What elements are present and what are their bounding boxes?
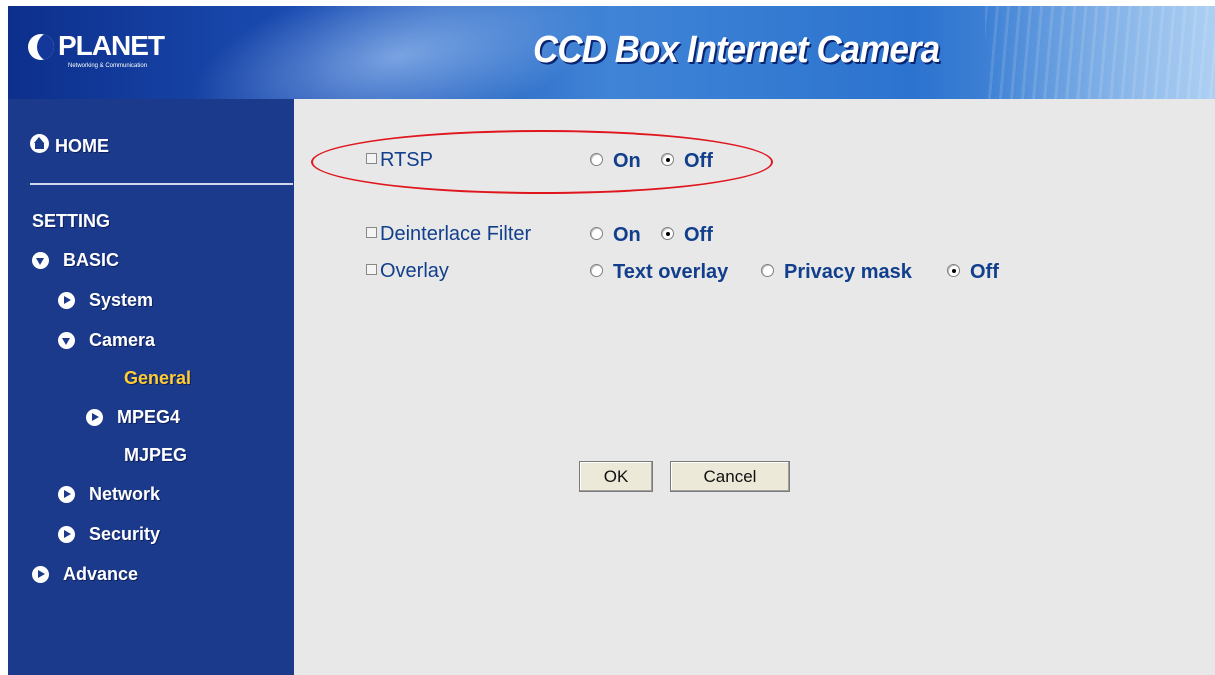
sidebar-item-label: System [89,289,154,310]
radio-button[interactable] [947,264,960,278]
sidebar-item-label: Security [89,523,161,544]
sidebar-item-label: MJPEG [124,444,188,465]
overlay-text-option[interactable]: Text overlay [590,261,728,284]
sidebar-item-general[interactable]: General [124,367,191,389]
option-label: Privacy mask [784,261,912,283]
overlay-label: Overlay [366,260,449,283]
sidebar-item-advance[interactable]: Advance [32,563,138,585]
radio-button[interactable] [661,153,674,167]
radio-button[interactable] [590,153,603,167]
banner-building-graphic [985,6,1215,99]
sidebar-divider [30,183,293,185]
section-label: SETTING [32,210,111,231]
option-label: Off [684,150,713,172]
deinterlace-on-option[interactable]: On [590,224,641,247]
ok-button[interactable]: OK [579,461,653,492]
planet-logo-icon [28,34,54,60]
option-label: Off [970,261,999,283]
planet-logo[interactable]: PLANET Networking & Communication [28,30,198,74]
chevron-right-icon [58,291,75,309]
square-bullet-icon [366,153,377,165]
overlay-privacy-option[interactable]: Privacy mask [761,261,912,284]
sidebar-item-label: Network [89,483,161,504]
option-label: Off [684,224,713,246]
sidebar: HOME SETTING BASIC System Camera General… [8,99,294,675]
sidebar-item-mpeg4[interactable]: MPEG4 [86,406,180,428]
overlay-label-text: Overlay [380,260,449,282]
chevron-right-icon [86,408,103,426]
rtsp-label-text: RTSP [380,149,433,171]
sidebar-item-system[interactable]: System [58,289,153,311]
sidebar-item-home[interactable]: HOME [30,133,109,157]
sidebar-item-camera[interactable]: Camera [58,329,155,351]
sidebar-item-label: HOME [55,135,109,156]
square-bullet-icon [366,227,377,239]
sidebar-item-mjpeg[interactable]: MJPEG [124,444,187,466]
home-icon [30,133,49,153]
main-content: RTSP On Off Deinterlace Filter On Off Ov… [294,99,1215,675]
chevron-right-icon [32,565,49,583]
logo-subtitle: Networking & Communication [68,63,148,69]
radio-button[interactable] [590,227,603,241]
option-label: Text overlay [613,261,729,283]
chevron-right-icon [58,525,75,543]
app-title: CCD Box Internet Camera [533,29,940,71]
sidebar-item-label: General [124,367,192,388]
sidebar-item-basic[interactable]: BASIC [32,249,119,271]
rtsp-label: RTSP [366,149,433,172]
deinterlace-label: Deinterlace Filter [366,223,531,246]
option-label: On [613,224,641,246]
sidebar-item-label: Advance [63,563,139,584]
chevron-down-icon [58,331,75,349]
sidebar-item-security[interactable]: Security [58,523,160,545]
chevron-down-icon [32,251,49,269]
logo-text: PLANET [58,30,165,61]
radio-button[interactable] [661,227,674,241]
overlay-off-option[interactable]: Off [947,261,999,284]
option-label: On [613,150,641,172]
deinterlace-off-option[interactable]: Off [661,224,713,247]
header-banner: PLANET Networking & Communication CCD Bo… [8,6,1215,99]
cancel-button[interactable]: Cancel [670,461,790,492]
radio-button[interactable] [590,264,603,278]
sidebar-section-setting: SETTING [32,210,110,232]
rtsp-off-option[interactable]: Off [661,150,713,173]
sidebar-item-network[interactable]: Network [58,483,160,505]
sidebar-item-label: MPEG4 [117,406,181,427]
sidebar-item-label: BASIC [63,249,120,270]
sidebar-item-label: Camera [89,329,156,350]
radio-button[interactable] [761,264,774,278]
rtsp-on-option[interactable]: On [590,150,641,173]
chevron-right-icon [58,485,75,503]
square-bullet-icon [366,264,377,276]
deinterlace-label-text: Deinterlace Filter [380,223,532,245]
